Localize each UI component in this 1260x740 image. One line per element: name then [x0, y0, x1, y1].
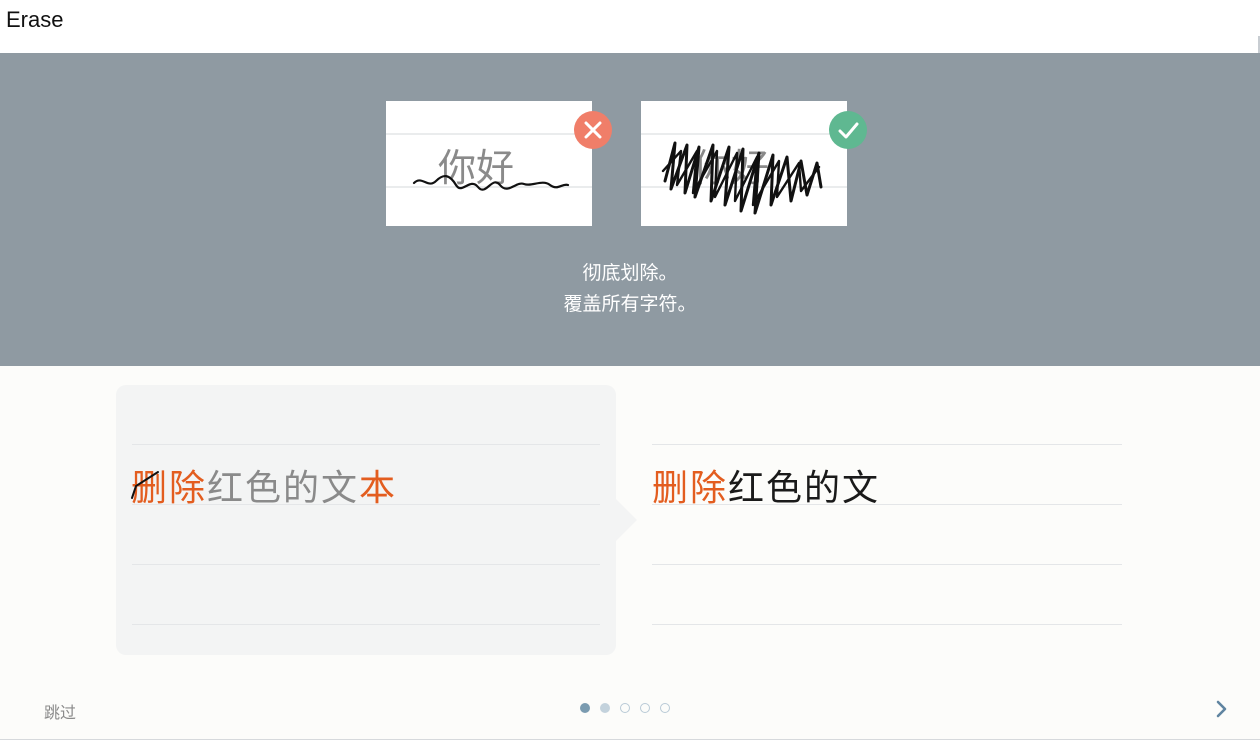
demo-before-panel	[116, 385, 616, 655]
chevron-right-icon	[1216, 700, 1227, 718]
ruled-line	[132, 624, 600, 625]
next-button[interactable]	[1212, 698, 1232, 720]
bad-example-card: 你好	[386, 101, 592, 226]
erase-stroke	[131, 471, 159, 499]
good-example-card: 你好	[641, 101, 847, 226]
ruled-line	[652, 564, 1122, 565]
close-icon	[574, 111, 612, 149]
tip-text: 彻底划除。 覆盖所有字符。	[0, 258, 1260, 320]
text-segment-highlighted: 除	[169, 468, 208, 509]
text-segment-highlighted: 本	[359, 468, 398, 509]
ruled-line	[132, 444, 600, 445]
title-bar: Erase	[0, 0, 1260, 53]
text-segment-plain: 红色的文	[207, 468, 360, 509]
tip-banner: 你好 你好 彻底划除。 覆盖所有字符。	[0, 53, 1260, 366]
tip-line-2: 覆盖所有字符。	[563, 293, 697, 315]
page-dot[interactable]	[640, 703, 650, 713]
skip-button[interactable]: 跳过	[44, 699, 76, 723]
demo-arrow	[615, 498, 637, 542]
demo-before-text: 删除红色的文本	[131, 467, 397, 511]
tip-line-1: 彻底划除。	[582, 262, 678, 284]
bad-example-illustration: 你好	[386, 133, 592, 191]
sample-text: 你好	[438, 146, 514, 190]
good-example-illustration: 你好	[641, 133, 847, 215]
page-dot[interactable]	[620, 703, 630, 713]
app-title: Erase	[6, 7, 64, 32]
page-dot[interactable]	[660, 703, 670, 713]
demo-after-text: 删除红色的文	[652, 467, 880, 511]
ruled-line	[652, 444, 1122, 445]
ruled-line	[652, 624, 1122, 625]
text-segment-highlighted: 删除	[652, 468, 729, 509]
check-icon	[829, 111, 867, 149]
ruled-line	[132, 564, 600, 565]
text-segment-plain: 红色的文	[728, 468, 881, 509]
page-dot[interactable]	[600, 703, 610, 713]
page-dot-active[interactable]	[580, 703, 590, 713]
